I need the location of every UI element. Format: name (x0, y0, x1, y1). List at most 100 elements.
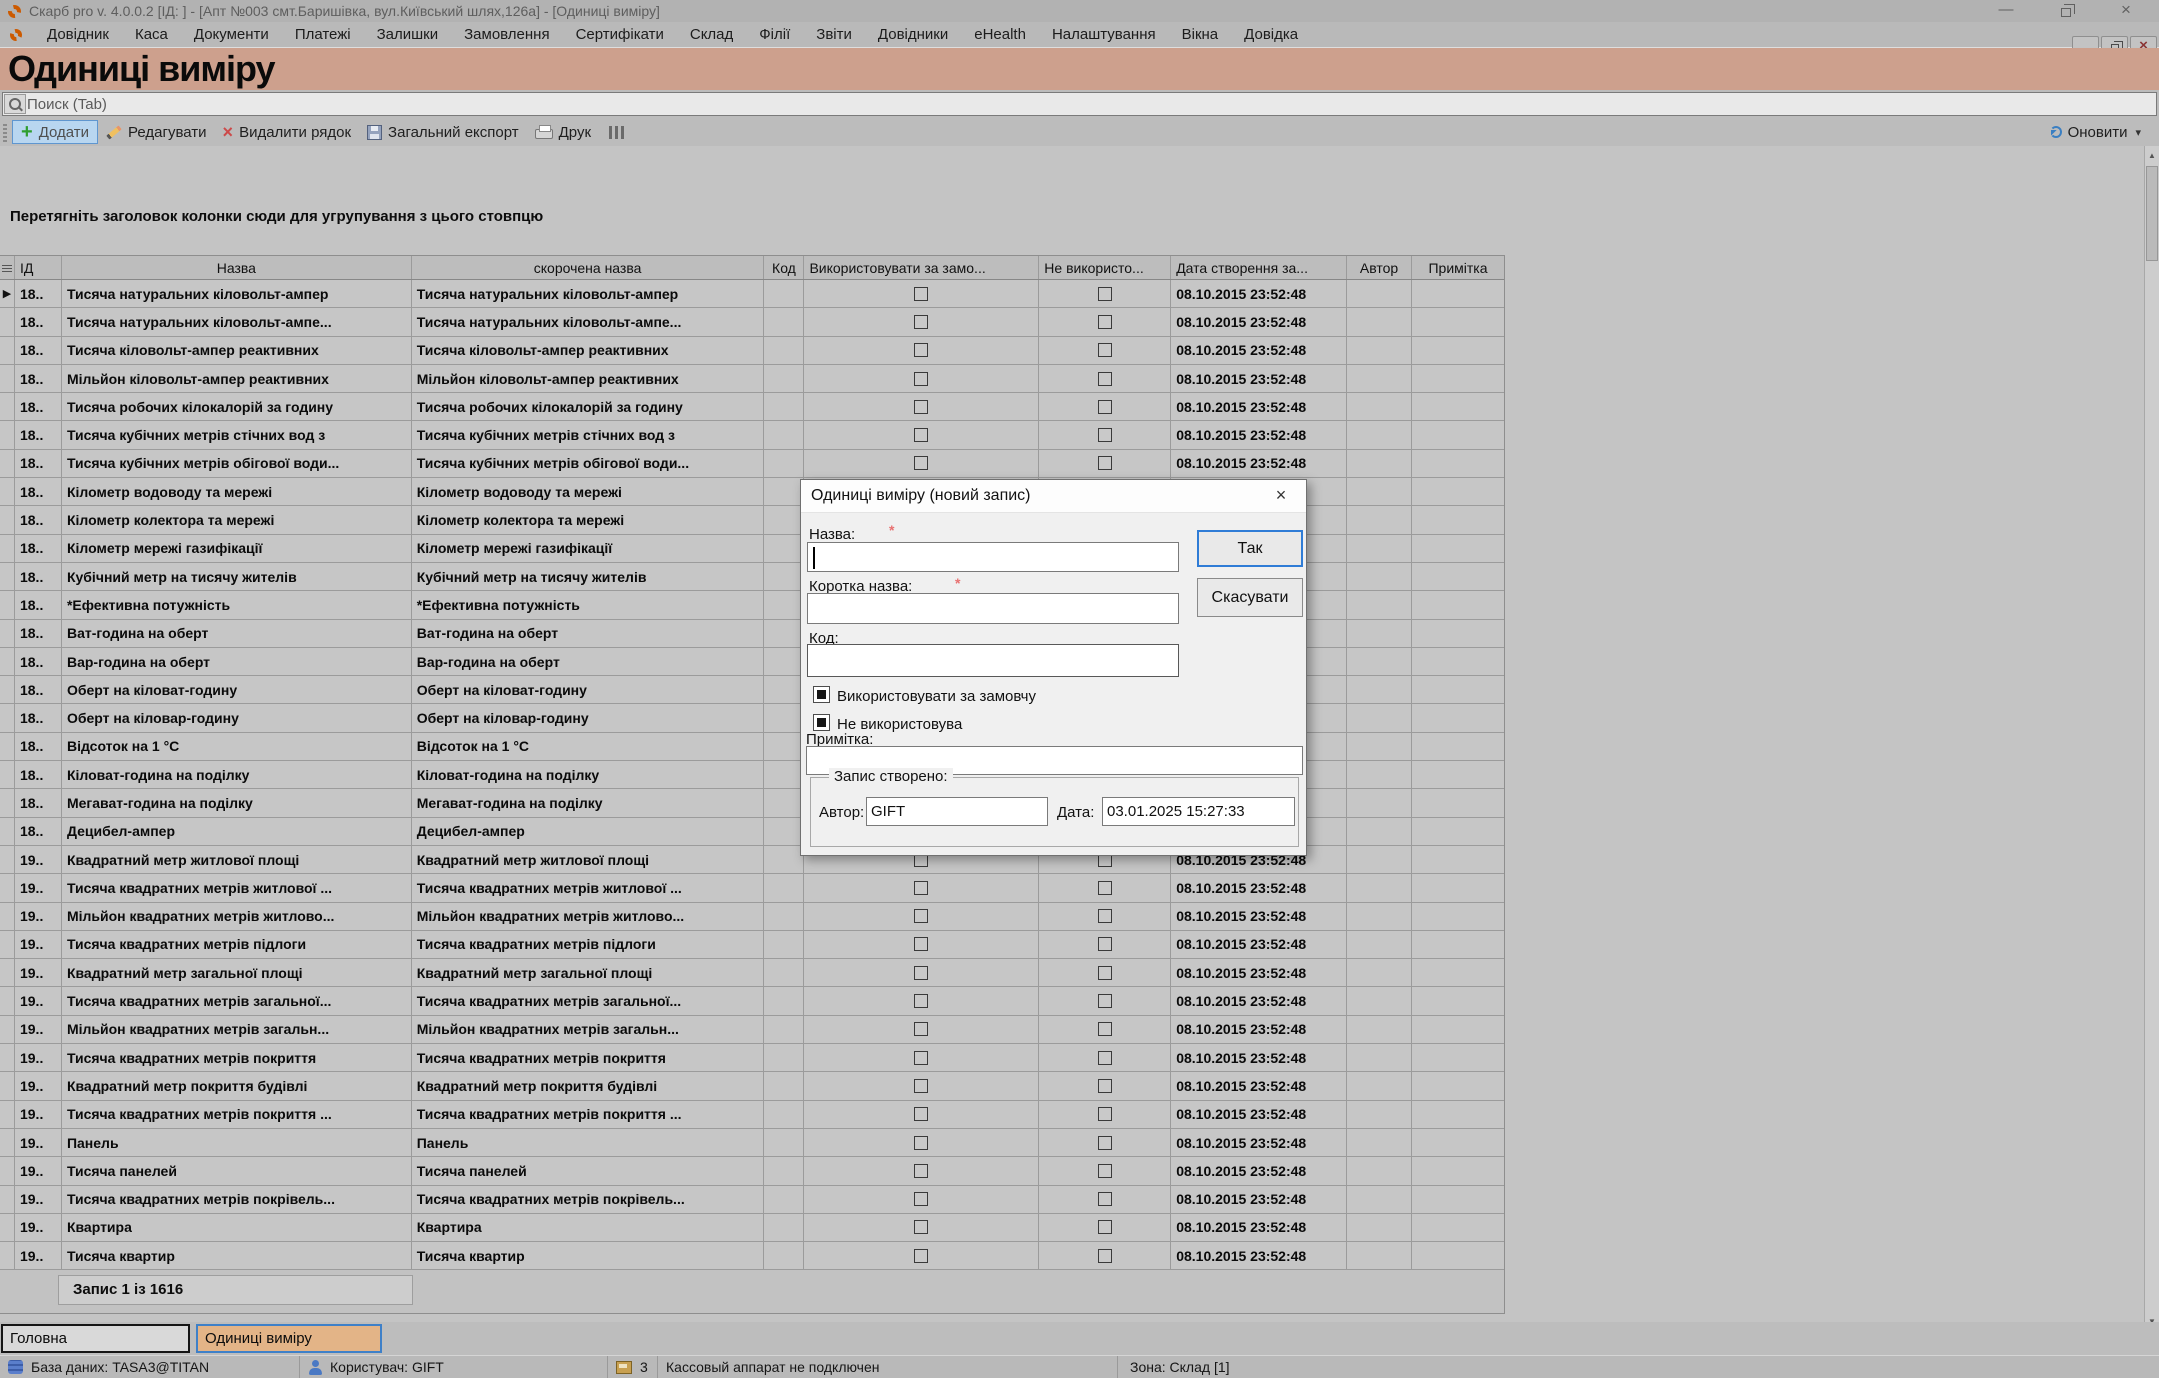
window-restore-button[interactable] (2049, 0, 2083, 22)
table-row[interactable]: 18.. Тисяча кіловольт-ампер реактивних Т… (0, 337, 1504, 365)
table-row[interactable]: 19.. Тисяча квадратних метрів покрівель.… (0, 1186, 1504, 1214)
menu-item[interactable]: Вікна (1169, 22, 1232, 47)
menu-item[interactable]: Каса (122, 22, 181, 47)
use-default-checkbox[interactable] (914, 937, 928, 951)
not-used-checkbox[interactable] (1098, 881, 1112, 895)
use-default-checkbox[interactable] (914, 1107, 928, 1121)
use-default-checkbox[interactable] (914, 428, 928, 442)
menu-item[interactable]: Склад (677, 22, 746, 47)
table-row[interactable]: 18.. Тисяча робочих кілокалорій за годин… (0, 393, 1504, 421)
code-field[interactable] (807, 644, 1179, 677)
short-name-field[interactable] (807, 593, 1179, 624)
window-close-button[interactable]: × (2109, 0, 2143, 22)
not-used-checkbox[interactable] (1098, 1079, 1112, 1093)
not-used-checkbox[interactable] (1098, 909, 1112, 923)
column-header-note[interactable]: Примітка (1412, 256, 1504, 279)
not-used-checkbox[interactable] (1098, 937, 1112, 951)
toolbar-grip[interactable] (3, 122, 7, 142)
not-used-checkbox[interactable] (1098, 1136, 1112, 1150)
use-default-checkbox[interactable] (914, 315, 928, 329)
use-default-checkbox[interactable] (914, 372, 928, 386)
menu-item[interactable]: Замовлення (451, 22, 562, 47)
column-chooser-icon[interactable] (609, 126, 624, 139)
use-default-checkbox[interactable] (914, 343, 928, 357)
scrollbar-thumb[interactable] (2146, 166, 2158, 261)
not-used-checkbox[interactable] (1098, 966, 1112, 980)
table-row[interactable]: 19.. Мільйон квадратних метрів загальн..… (0, 1016, 1504, 1044)
column-header-author[interactable]: Автор (1347, 256, 1412, 279)
table-row[interactable]: 19.. Тисяча квартир Тисяча квартир 08.10… (0, 1242, 1504, 1270)
menu-item[interactable]: Філії (746, 22, 803, 47)
not-used-checkbox[interactable] (1098, 1249, 1112, 1263)
column-header-not-used[interactable]: Не використо... (1039, 256, 1171, 279)
not-used-checkbox[interactable] (1098, 1164, 1112, 1178)
not-used-checkbox[interactable] (1098, 372, 1112, 386)
not-used-checkbox[interactable] (1098, 1192, 1112, 1206)
column-header-use-default[interactable]: Використовувати за замо... (804, 256, 1039, 279)
not-used-checkbox[interactable] (1098, 428, 1112, 442)
table-row[interactable]: 19.. Тисяча квадратних метрів покриття Т… (0, 1044, 1504, 1072)
tab-units[interactable]: Одиниці виміру (196, 1324, 382, 1353)
menu-item[interactable]: Сертифікати (563, 22, 677, 47)
menu-item[interactable]: Документи (181, 22, 282, 47)
table-row[interactable]: 18.. Тисяча кубічних метрів стічних вод … (0, 421, 1504, 449)
column-header-code[interactable]: Код (764, 256, 804, 279)
use-default-checkbox[interactable] (914, 1022, 928, 1036)
use-default-checkbox[interactable] (914, 994, 928, 1008)
column-header-id[interactable]: ІД (15, 256, 62, 279)
name-field[interactable] (807, 542, 1179, 572)
menu-item[interactable]: eHealth (961, 22, 1039, 47)
use-default-checkbox[interactable] (914, 1136, 928, 1150)
menu-item[interactable]: Звіти (803, 22, 865, 47)
use-default-checkbox[interactable] (914, 1220, 928, 1234)
table-row[interactable]: 19.. Тисяча квадратних метрів покриття .… (0, 1101, 1504, 1129)
not-used-checkbox[interactable] (1098, 1022, 1112, 1036)
table-row[interactable]: 19.. Панель Панель 08.10.2015 23:52:48 (0, 1129, 1504, 1157)
menu-item[interactable]: Довідники (865, 22, 961, 47)
use-default-checkbox[interactable] (914, 287, 928, 301)
not-used-checkbox[interactable] (1098, 1107, 1112, 1121)
tab-home[interactable]: Головна (1, 1324, 190, 1353)
print-button[interactable]: Друк (527, 120, 599, 144)
add-button[interactable]: + Додати (12, 120, 98, 144)
column-header-short[interactable]: скорочена назва (412, 256, 765, 279)
ok-button[interactable]: Так (1197, 530, 1303, 567)
use-default-checkbox[interactable] (914, 400, 928, 414)
menu-item[interactable]: Довідник (34, 22, 122, 47)
table-row[interactable]: 18.. Тисяча кубічних метрів обігової вод… (0, 450, 1504, 478)
cancel-button[interactable]: Скасувати (1197, 578, 1303, 617)
use-default-checkbox[interactable] (914, 1079, 928, 1093)
not-used-checkbox[interactable] (1098, 400, 1112, 414)
scroll-up-icon[interactable]: ▲ (2145, 148, 2159, 164)
column-header-name[interactable]: Назва (62, 256, 412, 279)
table-row[interactable]: 19.. Квартира Квартира 08.10.2015 23:52:… (0, 1214, 1504, 1242)
date-field[interactable] (1102, 797, 1295, 826)
table-row[interactable]: ▶ 18.. Тисяча натуральних кіловольт-ампе… (0, 280, 1504, 308)
use-default-checkbox[interactable] (914, 1051, 928, 1065)
use-default-checkbox[interactable] (914, 1164, 928, 1178)
use-default-checkbox[interactable] (914, 456, 928, 470)
menu-item[interactable]: Залишки (364, 22, 452, 47)
not-used-checkbox[interactable] (1098, 1051, 1112, 1065)
menu-item[interactable]: Довідка (1231, 22, 1311, 47)
column-header-created[interactable]: Дата створення за... (1171, 256, 1347, 279)
table-row[interactable]: 19.. Квадратний метр загальної площі Ква… (0, 959, 1504, 987)
use-default-checkbox[interactable] (914, 1192, 928, 1206)
use-default-checkbox[interactable] (914, 966, 928, 980)
delete-row-button[interactable]: × Видалити рядок (215, 120, 360, 144)
table-row[interactable]: 19.. Тисяча панелей Тисяча панелей 08.10… (0, 1157, 1504, 1185)
table-row[interactable]: 19.. Тисяча квадратних метрів житлової .… (0, 874, 1504, 902)
table-row[interactable]: 19.. Тисяча квадратних метрів підлоги Ти… (0, 931, 1504, 959)
not-used-checkbox[interactable] (1098, 287, 1112, 301)
not-used-dialog-checkbox[interactable] (813, 714, 830, 731)
toolbar-overflow-icon[interactable]: ▾ (2135, 126, 2141, 139)
window-minimize-button[interactable]: — (1989, 0, 2023, 22)
table-row[interactable]: 18.. Тисяча натуральних кіловольт-ампе..… (0, 308, 1504, 336)
use-default-checkbox[interactable] (914, 909, 928, 923)
use-default-checkbox[interactable] (914, 1249, 928, 1263)
author-field[interactable] (866, 797, 1048, 826)
table-row[interactable]: 19.. Квадратний метр покриття будівлі Кв… (0, 1072, 1504, 1100)
export-button[interactable]: Загальний експорт (359, 120, 527, 144)
use-default-dialog-checkbox[interactable] (813, 686, 830, 703)
not-used-checkbox[interactable] (1098, 1220, 1112, 1234)
